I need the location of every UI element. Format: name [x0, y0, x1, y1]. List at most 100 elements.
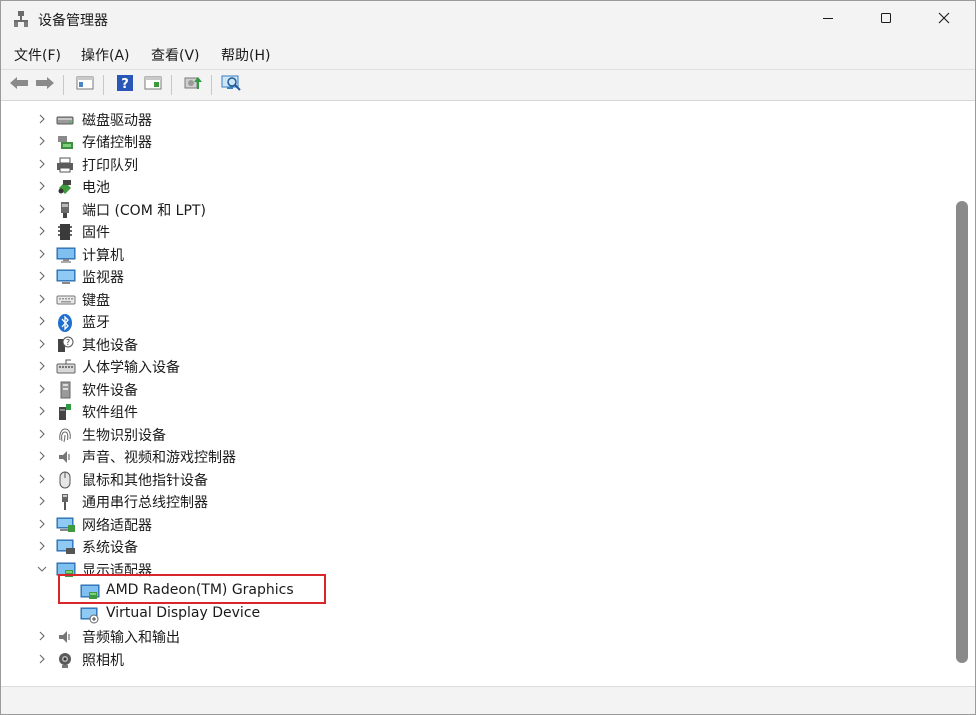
device-manager-icon	[12, 10, 30, 28]
tree-node-firmware[interactable]: 固件	[5, 220, 945, 242]
tree-node-cameras[interactable]: 照相机	[5, 648, 945, 670]
software-component-icon	[56, 403, 74, 421]
tree-node-sound-video-game[interactable]: 声音、视频和游戏控制器	[5, 445, 945, 467]
tree-node-monitors[interactable]: 监视器	[5, 265, 945, 287]
properties-button[interactable]	[141, 74, 165, 96]
tree-node-bluetooth[interactable]: 蓝牙	[5, 310, 945, 332]
chevron-right-icon[interactable]	[36, 134, 48, 148]
computer-icon	[56, 246, 76, 264]
firmware-icon	[56, 223, 74, 241]
tree-node-label: 人体学输入设备	[82, 360, 180, 376]
scan-hardware-button[interactable]	[219, 74, 243, 96]
system-device-icon	[56, 538, 75, 556]
chevron-down-icon[interactable]	[36, 562, 48, 576]
maximize-button[interactable]	[857, 1, 915, 39]
tree-node-label: 存储控制器	[82, 135, 152, 151]
window-title: 设备管理器	[38, 13, 108, 29]
status-bar	[1, 686, 975, 714]
tree-node-label: 固件	[82, 225, 110, 241]
highlight-annotation	[58, 574, 326, 604]
tree-node-computer[interactable]: 计算机	[5, 243, 945, 265]
chevron-right-icon[interactable]	[36, 494, 48, 508]
tree-node-software-components[interactable]: 软件组件	[5, 400, 945, 422]
minimize-button[interactable]	[799, 1, 857, 39]
tree-node-label: 其他设备	[82, 338, 138, 354]
device-tree[interactable]: 磁盘驱动器 存储控制器 打印队列 电池 端口 (COM 和 LPT) 固件 计算…	[5, 102, 957, 686]
other-device-icon: ?	[56, 336, 74, 354]
tree-node-keyboards[interactable]: 键盘	[5, 288, 945, 310]
chevron-right-icon[interactable]	[36, 202, 48, 216]
tree-node-print-queues[interactable]: 打印队列	[5, 153, 945, 175]
disk-drive-icon	[56, 111, 74, 129]
chevron-right-icon[interactable]	[36, 337, 48, 351]
menu-view[interactable]: 查看(V)	[151, 45, 200, 65]
scrollbar-thumb[interactable]	[956, 201, 968, 663]
chevron-right-icon[interactable]	[36, 292, 48, 306]
tree-node-software-devices[interactable]: 软件设备	[5, 378, 945, 400]
tree-node-storage-controllers[interactable]: 存储控制器	[5, 130, 945, 152]
tree-node-ports[interactable]: 端口 (COM 和 LPT)	[5, 198, 945, 220]
update-driver-icon	[183, 74, 203, 96]
chevron-right-icon[interactable]	[36, 449, 48, 463]
tree-node-label: 监视器	[82, 270, 124, 286]
close-icon	[938, 12, 950, 28]
title-bar[interactable]: 设备管理器	[1, 1, 975, 39]
tree-node-label: 照相机	[82, 653, 124, 669]
toolbar-separator	[171, 75, 172, 95]
chevron-right-icon[interactable]	[36, 224, 48, 238]
bluetooth-icon	[56, 313, 74, 332]
forward-arrow-icon	[35, 75, 55, 95]
forward-button[interactable]	[33, 74, 57, 96]
tree-node-label: 计算机	[82, 248, 124, 264]
fingerprint-icon	[56, 426, 74, 444]
tree-node-system-devices[interactable]: 系统设备	[5, 535, 945, 557]
chevron-right-icon[interactable]	[36, 472, 48, 486]
chevron-right-icon[interactable]	[36, 112, 48, 126]
chevron-right-icon[interactable]	[36, 269, 48, 283]
chevron-right-icon[interactable]	[36, 179, 48, 193]
tree-node-label: 电池	[82, 180, 110, 196]
tree-node-mice[interactable]: 鼠标和其他指针设备	[5, 468, 945, 490]
properties-icon	[144, 75, 162, 95]
menu-action[interactable]: 操作(A)	[81, 45, 130, 65]
close-button[interactable]	[915, 1, 973, 39]
chevron-right-icon[interactable]	[36, 382, 48, 396]
back-button[interactable]	[7, 74, 31, 96]
tree-node-other-devices[interactable]: ? 其他设备	[5, 333, 945, 355]
toolbar: ?	[1, 69, 975, 101]
chevron-right-icon[interactable]	[36, 427, 48, 441]
chevron-right-icon[interactable]	[36, 247, 48, 261]
chevron-right-icon[interactable]	[36, 404, 48, 418]
hid-icon	[56, 358, 76, 376]
toolbar-separator	[211, 75, 212, 95]
tree-node-label: 打印队列	[82, 158, 138, 174]
tree-node-label: 声音、视频和游戏控制器	[82, 450, 236, 466]
tree-node-label: 软件组件	[82, 405, 138, 421]
update-driver-button[interactable]	[181, 74, 205, 96]
tree-node-label: 网络适配器	[82, 518, 152, 534]
chevron-right-icon[interactable]	[36, 539, 48, 553]
menu-file[interactable]: 文件(F)	[14, 45, 61, 65]
chevron-right-icon[interactable]	[36, 517, 48, 531]
tree-node-label: 生物识别设备	[82, 428, 166, 444]
help-button[interactable]: ?	[113, 74, 137, 96]
speaker-icon	[56, 448, 74, 466]
svg-text:?: ?	[121, 77, 129, 92]
chevron-right-icon[interactable]	[36, 629, 48, 643]
tree-node-label: 系统设备	[82, 540, 138, 556]
chevron-right-icon[interactable]	[36, 652, 48, 666]
toolbar-separator	[63, 75, 64, 95]
tree-node-audio-io[interactable]: 音频输入和输出	[5, 625, 945, 647]
tree-node-virtual-display[interactable]: Virtual Display Device	[5, 603, 945, 625]
tree-node-disk-drives[interactable]: 磁盘驱动器	[5, 108, 945, 130]
tree-node-biometric[interactable]: 生物识别设备	[5, 423, 945, 445]
chevron-right-icon[interactable]	[36, 157, 48, 171]
tree-node-hid[interactable]: 人体学输入设备	[5, 355, 945, 377]
show-hide-tree-button[interactable]	[73, 74, 97, 96]
tree-node-batteries[interactable]: 电池	[5, 175, 945, 197]
tree-node-usb[interactable]: 通用串行总线控制器	[5, 490, 945, 512]
menu-help[interactable]: 帮助(H)	[221, 45, 270, 65]
tree-node-network-adapters[interactable]: 网络适配器	[5, 513, 945, 535]
chevron-right-icon[interactable]	[36, 359, 48, 373]
chevron-right-icon[interactable]	[36, 314, 48, 328]
